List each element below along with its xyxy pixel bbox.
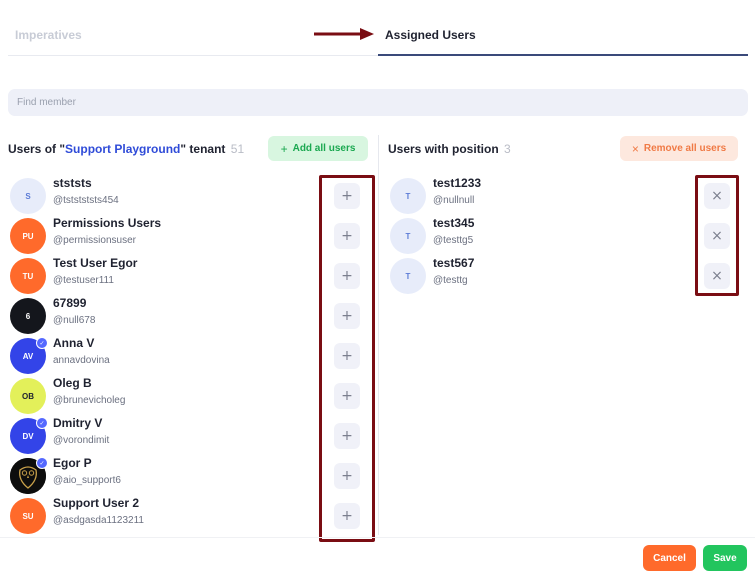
- avatar: OB: [10, 378, 46, 414]
- left-title-suffix: " tenant: [180, 142, 226, 156]
- user-handle: @null678: [53, 315, 96, 326]
- avatar: T: [390, 178, 426, 214]
- avatar: S: [10, 178, 46, 214]
- tab-assigned-users-label: Assigned Users: [385, 28, 476, 42]
- user-name: Oleg B: [53, 376, 92, 390]
- user-name: Egor P: [53, 456, 92, 470]
- avatar: SU: [10, 498, 46, 534]
- user-row: OB Oleg B @brunevicholeg +: [10, 376, 370, 416]
- plus-icon: +: [280, 141, 288, 156]
- verified-badge-icon: ✓: [36, 457, 48, 469]
- user-row: TU Test User Egor @testuser111 +: [10, 256, 370, 296]
- user-handle: @testtg5: [433, 235, 474, 246]
- user-name: Test User Egor: [53, 256, 138, 270]
- user-name: 67899: [53, 296, 87, 310]
- avatar: T: [390, 258, 426, 294]
- user-handle: @tststststs454: [53, 195, 119, 206]
- user-row: 6 67899 @null678 +: [10, 296, 370, 336]
- add-all-users-label: Add all users: [292, 143, 356, 154]
- user-handle: @vorondimit: [53, 435, 110, 446]
- verified-badge-icon: ✓: [36, 417, 48, 429]
- user-name: test345: [433, 216, 475, 230]
- add-all-users-button[interactable]: + Add all users: [268, 136, 368, 161]
- find-member-input[interactable]: [8, 89, 748, 116]
- user-handle: annavdovina: [53, 355, 110, 366]
- avatar: ✓: [10, 457, 48, 494]
- user-handle: @asdgasda1123211: [53, 515, 144, 526]
- highlight-box-remove-column: [695, 175, 739, 296]
- user-handle: @brunevicholeg: [53, 395, 126, 406]
- user-name: stststs: [53, 176, 92, 190]
- user-row: AV ✓ Anna Vannavdovina +: [10, 336, 370, 376]
- avatar: AV ✓: [10, 337, 48, 374]
- avatar: 6: [10, 298, 46, 334]
- footer-divider: [0, 537, 755, 538]
- avatar: TU: [10, 258, 46, 294]
- annotation-arrow-icon: [314, 28, 374, 40]
- save-button[interactable]: Save: [703, 545, 747, 571]
- user-row: Sstststs @tststststs454 +: [10, 176, 370, 216]
- left-count: 51: [230, 142, 245, 156]
- tab-imperatives[interactable]: Imperatives: [15, 28, 82, 42]
- remove-all-users-label: Remove all users: [643, 143, 727, 154]
- right-title-text: Users with position: [388, 142, 499, 156]
- highlight-box-add-column: [319, 175, 375, 542]
- panel-divider: [378, 135, 379, 535]
- close-icon: ×: [631, 141, 639, 156]
- left-panel-title: Users of "Support Playground" tenant 51: [8, 142, 244, 156]
- user-row: DV ✓ Dmitry V @vorondimit +: [10, 416, 370, 456]
- user-handle: @testuser111: [53, 275, 114, 286]
- user-name: Dmitry V: [53, 416, 103, 430]
- right-count: 3: [504, 142, 511, 156]
- tenant-name: Support Playground: [65, 142, 181, 156]
- tab-assigned-users[interactable]: Assigned Users: [378, 18, 748, 56]
- user-handle: @nullnull: [433, 195, 475, 206]
- user-handle: @aio_support6: [53, 475, 121, 486]
- user-handle: @testtg: [433, 275, 468, 286]
- left-title-prefix: Users of ": [8, 142, 66, 156]
- user-name: Permissions Users: [53, 216, 162, 230]
- right-panel-title: Users with position 3: [388, 142, 511, 156]
- verified-badge-icon: ✓: [36, 337, 48, 349]
- avatar: DV ✓: [10, 417, 48, 454]
- user-name: Support User 2: [53, 496, 140, 510]
- user-row: SU Support User 2 @asdgasda1123211 +: [10, 496, 370, 536]
- avatar: T: [390, 218, 426, 254]
- user-handle: @permissionsuser: [53, 235, 136, 246]
- user-name: Anna V: [53, 336, 95, 350]
- user-row: PU Permissions Users @permissionsuser +: [10, 216, 370, 256]
- user-row: ✓ Egor P @aio_support6 +: [10, 456, 370, 496]
- cancel-button[interactable]: Cancel: [643, 545, 696, 571]
- user-name: test567: [433, 256, 475, 270]
- avatar: PU: [10, 218, 46, 254]
- remove-all-users-button[interactable]: × Remove all users: [620, 136, 738, 161]
- user-name: test1233: [433, 176, 482, 190]
- tab-bar: Imperatives Assigned Users: [8, 18, 748, 56]
